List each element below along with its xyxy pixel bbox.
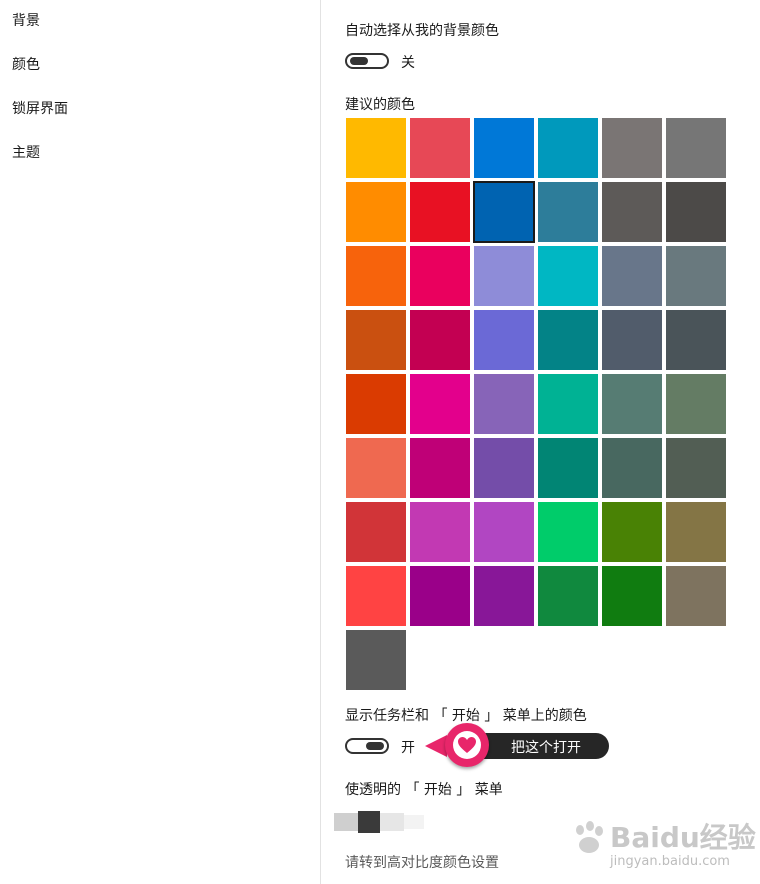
color-swatch[interactable] <box>666 566 726 626</box>
settings-sidebar: 背景 颜色 锁屏界面 主题 <box>0 0 321 884</box>
color-swatch[interactable] <box>474 438 534 498</box>
watermark-text: Baidu经验 <box>610 821 756 854</box>
color-swatch[interactable] <box>602 246 662 306</box>
auto-color-state: 关 <box>401 55 415 71</box>
color-swatch[interactable] <box>666 246 726 306</box>
color-swatch[interactable] <box>538 566 598 626</box>
color-swatch[interactable] <box>538 182 598 242</box>
color-swatch[interactable] <box>346 118 406 178</box>
watermark-url: jingyan.baidu.com <box>610 854 730 869</box>
color-swatch[interactable] <box>538 310 598 370</box>
color-swatch[interactable] <box>346 502 406 562</box>
color-swatch[interactable] <box>666 310 726 370</box>
color-swatch[interactable] <box>346 310 406 370</box>
blurred-toggle-graphic <box>334 811 424 833</box>
callout-badge-inner <box>453 731 481 759</box>
color-swatch[interactable] <box>666 374 726 434</box>
color-swatch[interactable] <box>346 374 406 434</box>
toggle-knob <box>366 742 384 750</box>
color-swatch[interactable] <box>474 310 534 370</box>
taskbar-color-label: 显示任务栏和 「 开始 」 菜单上的颜色 <box>345 708 587 724</box>
color-swatch[interactable] <box>602 438 662 498</box>
paw-logo-icon <box>576 821 603 853</box>
color-swatch[interactable] <box>410 118 470 178</box>
color-swatch[interactable] <box>346 182 406 242</box>
high-contrast-settings-link[interactable]: 请转到高对比度颜色设置 <box>345 852 499 872</box>
color-swatch[interactable] <box>538 502 598 562</box>
color-swatch[interactable] <box>602 118 662 178</box>
auto-color-label: 自动选择从我的背景颜色 <box>345 23 499 39</box>
color-swatch[interactable] <box>602 182 662 242</box>
color-swatch[interactable] <box>473 181 535 243</box>
color-swatch[interactable] <box>346 630 406 690</box>
color-swatch[interactable] <box>538 374 598 434</box>
color-swatch[interactable] <box>346 566 406 626</box>
baidu-jingyan-watermark: Baidu经验 jingyan.baidu.com <box>570 816 756 876</box>
color-swatch[interactable] <box>474 246 534 306</box>
sidebar-item-themes[interactable]: 主题 <box>12 142 40 162</box>
color-swatch[interactable] <box>602 566 662 626</box>
color-swatch[interactable] <box>666 182 726 242</box>
color-swatch[interactable] <box>602 310 662 370</box>
color-swatch[interactable] <box>602 502 662 562</box>
color-swatch[interactable] <box>474 118 534 178</box>
transparency-toggle[interactable] <box>334 811 430 833</box>
callout-badge <box>445 723 489 767</box>
color-swatch[interactable] <box>602 374 662 434</box>
heart-icon <box>458 737 476 753</box>
color-swatch[interactable] <box>410 246 470 306</box>
suggested-colors-title: 建议的颜色 <box>345 97 415 113</box>
color-swatch[interactable] <box>474 502 534 562</box>
color-swatch[interactable] <box>410 310 470 370</box>
color-swatch[interactable] <box>410 566 470 626</box>
color-swatch[interactable] <box>538 246 598 306</box>
taskbar-color-toggle[interactable] <box>345 738 389 754</box>
color-swatch[interactable] <box>474 566 534 626</box>
color-swatch[interactable] <box>346 438 406 498</box>
color-swatch[interactable] <box>410 182 470 242</box>
color-swatch[interactable] <box>346 246 406 306</box>
sidebar-item-lock-screen[interactable]: 锁屏界面 <box>12 98 68 118</box>
color-swatch[interactable] <box>666 502 726 562</box>
sidebar-item-colors[interactable]: 颜色 <box>12 54 40 74</box>
sidebar-item-background[interactable]: 背景 <box>12 10 40 30</box>
color-swatch[interactable] <box>538 118 598 178</box>
color-swatch[interactable] <box>410 502 470 562</box>
taskbar-color-state: 开 <box>401 740 415 756</box>
color-swatch[interactable] <box>474 374 534 434</box>
color-swatch[interactable] <box>666 438 726 498</box>
auto-color-toggle[interactable] <box>345 53 389 69</box>
toggle-knob <box>350 57 368 65</box>
annotation-callout: 把这个打开 <box>425 723 609 769</box>
callout-text: 把这个打开 <box>511 740 581 756</box>
callout-pointer <box>425 735 447 757</box>
colors-settings-panel: 自动选择从我的背景颜色 关 建议的颜色 显示任务栏和 「 开始 」 菜单上的颜色… <box>321 0 760 884</box>
color-swatch[interactable] <box>666 118 726 178</box>
transparency-label: 使透明的 「 开始 」 菜单 <box>345 782 503 798</box>
color-swatch[interactable] <box>538 438 598 498</box>
color-swatch[interactable] <box>410 374 470 434</box>
color-swatch[interactable] <box>410 438 470 498</box>
